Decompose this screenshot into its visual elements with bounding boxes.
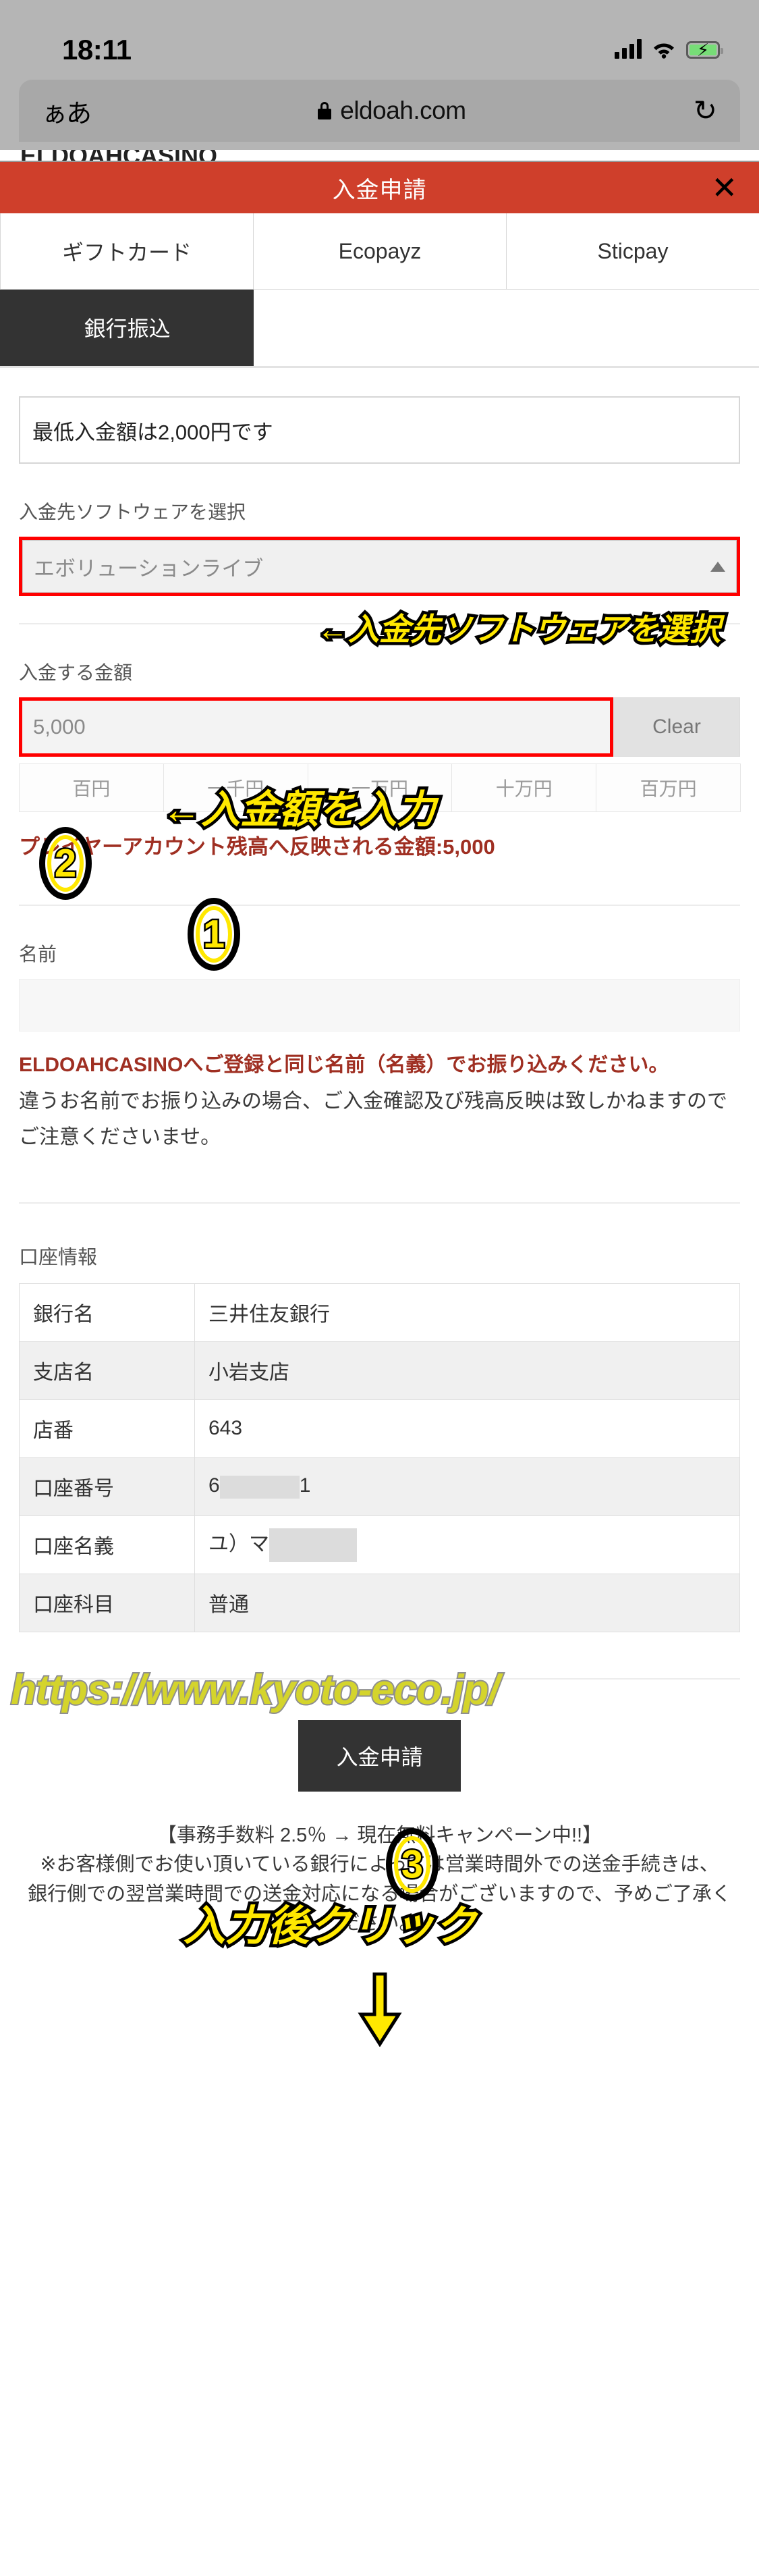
footer-line-3: 銀行側での翌営業時間での送金対応になる場合がございますので、予めご了承ください。 (28, 1883, 731, 1935)
row-value: 小岩支店 (194, 1341, 740, 1400)
url-display[interactable]: eldoah.com (318, 97, 466, 125)
row-value-redacted: 61 (194, 1457, 740, 1516)
quick-amount-100[interactable]: 百円 (19, 763, 164, 812)
software-select[interactable]: エボリューションライブ (22, 540, 737, 593)
safari-toolbar: ぁあ eldoah.com ↻ (0, 80, 759, 150)
page-title-clipped: ELDOAHCASINO (0, 150, 759, 162)
payment-method-tabs-row-2: 銀行振込 (0, 290, 759, 368)
table-row: 支店名 小岩支店 (19, 1341, 740, 1400)
row-value: 643 (194, 1399, 740, 1458)
quick-amount-10000[interactable]: 一万円 (307, 763, 453, 812)
divider-4 (19, 1678, 740, 1680)
table-row: 銀行名 三井住友銀行 (19, 1283, 740, 1342)
account-info-table: 銀行名 三井住友銀行 支店名 小岩支店 店番 643 口座番号 61 口座名義 … (19, 1283, 740, 1632)
amount-input[interactable]: 5,000 (22, 701, 610, 753)
table-row: 口座名義 ユ）マ (19, 1515, 740, 1574)
tab-sticpay[interactable]: Sticpay (506, 213, 759, 290)
footer-note: 【事務手数料 2.5％ → 現在無料キャンペーン中!!】 ※お客様側でお使い頂い… (19, 1821, 740, 1939)
modal-title: 入金申請 (332, 177, 427, 203)
row-value: 普通 (194, 1573, 740, 1632)
close-icon[interactable]: ✕ (711, 172, 737, 203)
payment-method-tabs-row-1: ギフトカード Ecopayz Sticpay (0, 213, 759, 290)
reload-icon[interactable]: ↻ (694, 97, 717, 125)
tab-spacer-2 (506, 290, 759, 366)
row-key: 支店名 (19, 1341, 195, 1400)
row-value: 三井住友銀行 (194, 1283, 740, 1342)
row-value-redacted: ユ）マ (194, 1515, 740, 1574)
submit-deposit-button[interactable]: 入金申請 (298, 1719, 461, 1792)
row-key: 口座科目 (19, 1573, 195, 1632)
name-label: 名前 (19, 944, 57, 965)
footer-line-2: ※お客様側でお使い頂いている銀行によっては営業時間外での送金手続きは、 (40, 1854, 719, 1875)
software-select-label: 入金先ソフトウェアを選択 (19, 502, 246, 522)
amount-input-highlight: 5,000 (19, 697, 613, 757)
min-deposit-notice: 最低入金額は2,000円です (19, 396, 740, 464)
annotation-down-arrow (358, 1973, 402, 2047)
row-key: 店番 (19, 1399, 195, 1458)
account-number-prefix: 6 (208, 1474, 220, 1497)
text-size-button[interactable]: ぁあ (42, 92, 92, 130)
cellular-signal-icon (615, 38, 642, 59)
divider-1 (19, 623, 740, 624)
chevron-up-icon (710, 561, 725, 572)
reflected-balance-text: プレイヤーアカウント残高へ反映される金額:5,000 (19, 835, 495, 859)
lock-icon (318, 102, 332, 119)
name-warning-gray-1: 違うお名前でお振り込みの場合、ご入金確認及び残高反映は致しかねますので (19, 1090, 727, 1112)
software-select-value: エボリューションライブ (34, 556, 264, 581)
battery-charging-icon: ⚡ (686, 41, 723, 59)
redaction-block (269, 1528, 357, 1563)
ios-status-bar: 18:11 ⚡ (0, 0, 759, 80)
name-input[interactable] (19, 979, 740, 1031)
account-holder-prefix: ユ）マ (208, 1532, 269, 1555)
account-info-label: 口座情報 (19, 1246, 98, 1268)
table-row: 口座科目 普通 (19, 1573, 740, 1632)
status-bar-icons: ⚡ (615, 38, 723, 61)
tab-giftcard[interactable]: ギフトカード (0, 213, 254, 290)
amount-row: 5,000 Clear (19, 697, 740, 757)
tab-ecopayz[interactable]: Ecopayz (253, 213, 507, 290)
quick-amount-1000000[interactable]: 百万円 (596, 763, 741, 812)
submit-area: 入金申請 (19, 1719, 740, 1792)
divider-3 (19, 1202, 740, 1204)
status-bar-time: 18:11 (62, 34, 132, 65)
quick-amount-100000[interactable]: 十万円 (451, 763, 597, 812)
modal-content: 最低入金額は2,000円です 入金先ソフトウェアを選択 エボリューションライブ … (0, 396, 759, 1939)
row-key: 口座名義 (19, 1515, 195, 1574)
wifi-icon (651, 38, 677, 59)
redaction-block (219, 1475, 300, 1499)
divider-2 (19, 905, 740, 906)
row-key: 銀行名 (19, 1283, 195, 1342)
tab-bank-transfer[interactable]: 銀行振込 (0, 290, 255, 366)
software-select-highlight: エボリューションライブ (19, 537, 740, 596)
safari-url-bar[interactable]: ぁあ eldoah.com ↻ (19, 80, 740, 142)
quick-amount-1000[interactable]: 一千円 (163, 763, 308, 812)
quick-amount-buttons: 百円 一千円 一万円 十万円 百万円 (19, 763, 741, 812)
url-text: eldoah.com (340, 97, 466, 124)
clear-button[interactable]: Clear (613, 697, 740, 757)
page-body: ELDOAHCASINO 入金申請 ✕ ギフトカード Ecopayz Sticp… (0, 150, 759, 2047)
tab-spacer-1 (254, 290, 507, 366)
row-key: 口座番号 (19, 1457, 195, 1516)
table-row: 店番 643 (19, 1399, 740, 1458)
table-row: 口座番号 61 (19, 1457, 740, 1516)
footer-line-1: 【事務手数料 2.5％ → 現在無料キャンペーン中!!】 (157, 1824, 602, 1846)
name-warning-gray-2: ご注意くださいませ。 (19, 1126, 221, 1148)
name-warning-red: ELDOAHCASINOへご登録と同じ名前（名義）でお振り込みください。 (19, 1054, 669, 1076)
account-number-suffix: 1 (299, 1474, 311, 1497)
amount-label: 入金する金額 (19, 662, 133, 683)
modal-header: 入金申請 ✕ (0, 162, 759, 213)
